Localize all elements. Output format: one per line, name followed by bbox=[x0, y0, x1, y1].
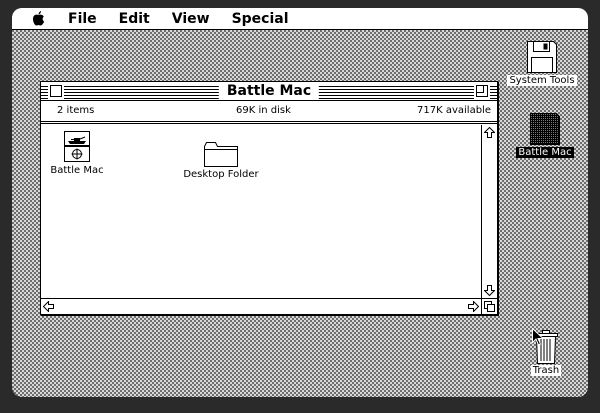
item-count: 2 items bbox=[57, 105, 95, 116]
desktop: File Edit View Special Battle Mac 2 item… bbox=[12, 8, 588, 397]
desktop-icon-label: Battle Mac bbox=[516, 147, 574, 158]
file-icon-battle-mac[interactable]: Battle Mac bbox=[47, 131, 107, 176]
apple-icon[interactable] bbox=[32, 11, 46, 27]
menu-bar: File Edit View Special bbox=[12, 8, 588, 30]
disk-usage: 69K in disk bbox=[236, 105, 291, 116]
scroll-right-arrow-icon[interactable] bbox=[466, 299, 481, 314]
scroll-left-arrow-icon[interactable] bbox=[41, 299, 56, 314]
horizontal-scrollbar[interactable] bbox=[41, 298, 481, 314]
finder-window: Battle Mac 2 items 69K in disk 717K avai… bbox=[40, 81, 498, 315]
window-title-bar[interactable]: Battle Mac bbox=[41, 82, 497, 101]
menu-view[interactable]: View bbox=[172, 11, 210, 27]
menu-edit[interactable]: Edit bbox=[119, 11, 150, 27]
scroll-down-arrow-icon[interactable] bbox=[482, 283, 497, 298]
window-title: Battle Mac bbox=[218, 82, 320, 100]
file-icon-desktop-folder[interactable]: Desktop Folder bbox=[181, 141, 261, 180]
window-info-bar: 2 items 69K in disk 717K available bbox=[41, 101, 497, 124]
disk-available: 717K available bbox=[417, 105, 491, 116]
battleship-app-icon bbox=[64, 131, 90, 162]
vertical-scrollbar[interactable] bbox=[481, 125, 497, 298]
desktop-icon-battle-mac[interactable]: Battle Mac bbox=[512, 112, 578, 158]
close-box-icon[interactable] bbox=[50, 85, 62, 97]
menu-file[interactable]: File bbox=[68, 11, 97, 27]
desktop-icon-trash[interactable]: Trash bbox=[522, 328, 570, 376]
disk-icon bbox=[530, 113, 560, 145]
floppy-disk-icon bbox=[527, 41, 557, 73]
desktop-icon-system-tools[interactable]: System Tools bbox=[504, 40, 580, 86]
menu-special[interactable]: Special bbox=[232, 11, 289, 27]
folder-icon bbox=[204, 142, 238, 167]
file-label: Desktop Folder bbox=[183, 169, 259, 180]
mouse-pointer-icon bbox=[532, 328, 544, 346]
file-label: Battle Mac bbox=[50, 165, 104, 176]
window-content: Battle Mac Desktop Folder bbox=[41, 125, 481, 298]
scroll-up-arrow-icon[interactable] bbox=[482, 125, 497, 140]
resize-box-icon[interactable] bbox=[481, 298, 497, 314]
desktop-icon-label: System Tools bbox=[507, 75, 577, 86]
desktop-icon-label: Trash bbox=[530, 365, 562, 376]
zoom-box-icon[interactable] bbox=[476, 85, 488, 97]
